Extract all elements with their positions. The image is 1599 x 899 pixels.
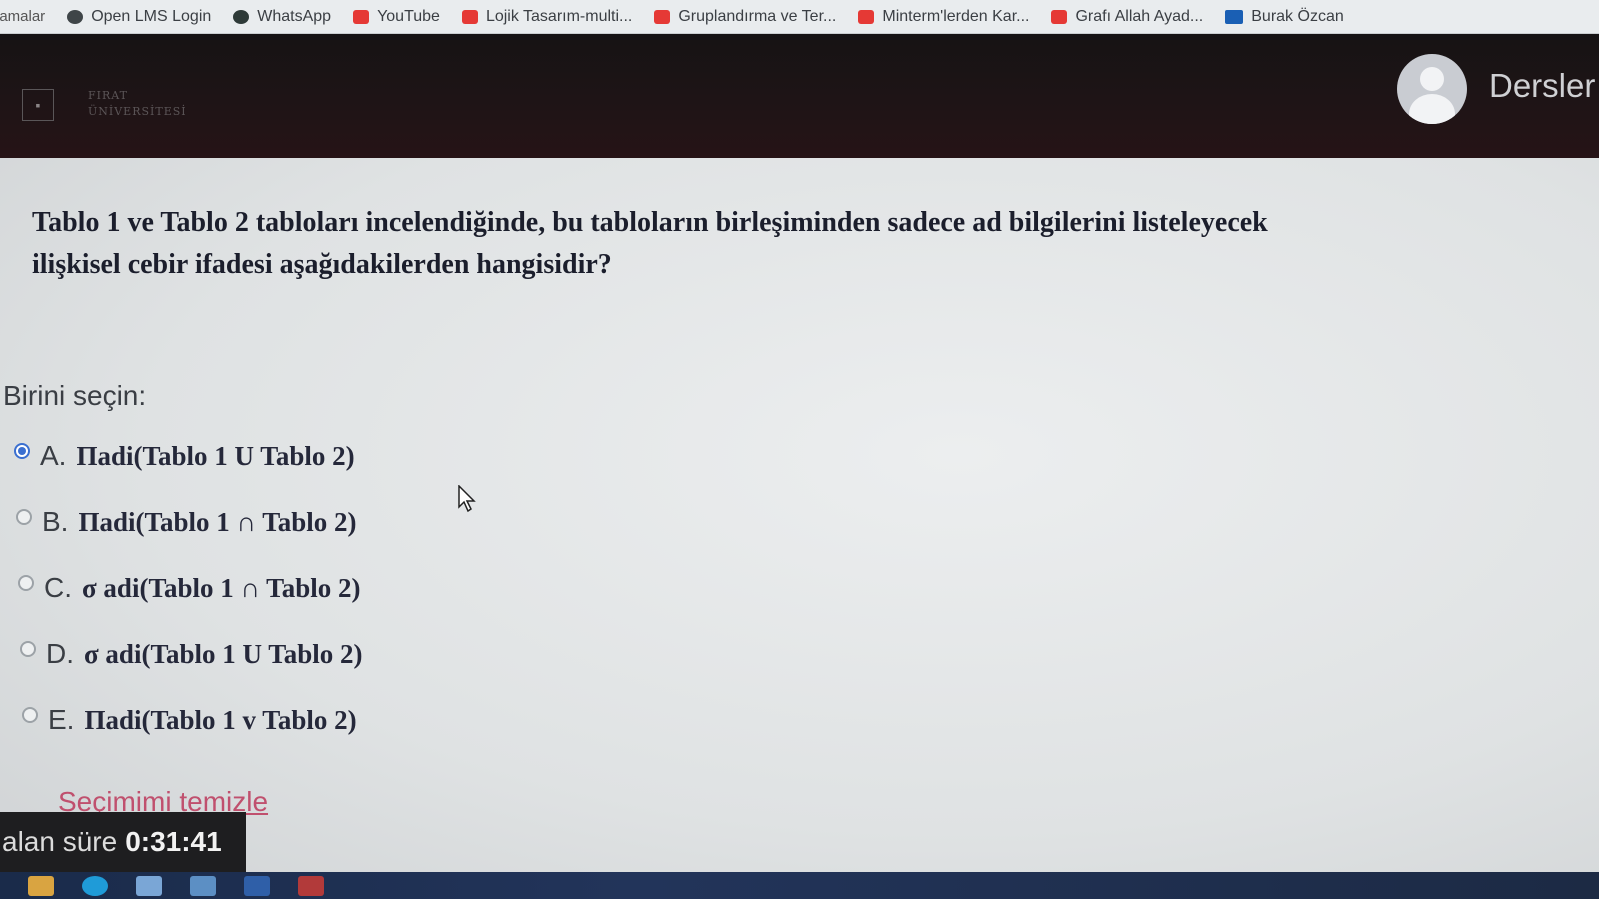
user-icon-body <box>1409 94 1455 124</box>
mouse-cursor-icon <box>458 485 476 513</box>
option-text: Πadi(Tablo 1 U Tablo 2) <box>76 441 355 471</box>
option-text: σ adi(Tablo 1 ∩ Tablo 2) <box>82 573 361 603</box>
bookmark-label: YouTube <box>377 7 440 25</box>
option-letter: A. <box>40 440 67 471</box>
os-taskbar <box>0 872 1599 899</box>
youtube-icon <box>461 9 478 24</box>
app-icon[interactable] <box>244 875 270 896</box>
site-header: ▪ FIRAT ÜNİVERSİTESİ Dersler <box>0 34 1599 158</box>
option-letter: B. <box>42 506 69 537</box>
option-letter: D. <box>46 638 74 669</box>
bookmark-item[interactable]: lamalar <box>0 8 45 25</box>
logo-line: ÜNİVERSİTESİ <box>88 105 187 118</box>
bookmark-label: Burak Özcan <box>1251 7 1344 25</box>
bookmarks-bar: lamalar Open LMS Login WhatsApp YouTube … <box>0 0 1599 34</box>
bookmark-label: Open LMS Login <box>91 7 212 25</box>
option-letter: C. <box>44 572 72 603</box>
youtube-icon <box>1051 9 1068 24</box>
timer-value: 0:31:41 <box>125 826 222 857</box>
logo-line: FIRAT <box>88 89 128 102</box>
option-b[interactable]: B. Πadi(Tablo 1 ∩ Tablo 2) <box>16 506 356 538</box>
mail-icon[interactable] <box>190 875 216 896</box>
radio-d[interactable] <box>20 641 36 657</box>
option-d[interactable]: D. σ adi(Tablo 1 U Tablo 2) <box>20 638 363 670</box>
option-text: σ adi(Tablo 1 U Tablo 2) <box>84 639 363 669</box>
youtube-icon <box>858 9 875 24</box>
user-icon <box>1420 67 1444 91</box>
bookmark-burak[interactable]: Burak Özcan <box>1225 7 1344 26</box>
youtube-icon <box>353 9 370 24</box>
radio-b[interactable] <box>16 509 32 525</box>
bookmark-lojik[interactable]: Lojik Tasarım-multi... <box>461 7 633 26</box>
time-remaining: alan süre 0:31:41 <box>0 812 246 872</box>
option-c[interactable]: C. σ adi(Tablo 1 ∩ Tablo 2) <box>18 572 360 604</box>
bookmark-label: Gruplandırma ve Ter... <box>678 7 837 25</box>
nav-courses-link[interactable]: Dersler <box>1489 67 1595 105</box>
menu-icon[interactable]: ▪ <box>22 89 54 121</box>
bookmark-minterm[interactable]: Minterm'lerden Kar... <box>858 8 1029 26</box>
question-line: Tablo 1 ve Tablo 2 tabloları incelendiği… <box>32 207 1268 238</box>
bookmark-whatsapp[interactable]: WhatsApp <box>233 8 331 26</box>
folder-icon[interactable] <box>28 875 54 896</box>
quiz-content: Tablo 1 ve Tablo 2 tabloları incelendiği… <box>0 158 1599 899</box>
option-letter: E. <box>48 704 75 735</box>
bookmark-label: WhatsApp <box>257 7 332 25</box>
bookmark-icon <box>1225 9 1244 24</box>
bookmark-grafi[interactable]: Grafı Allah Ayad... <box>1051 8 1203 26</box>
answer-prompt: Birini seçin: <box>3 380 147 411</box>
bookmark-gruplandirma[interactable]: Gruplandırma ve Ter... <box>654 8 836 26</box>
university-logo[interactable]: FIRAT ÜNİVERSİTESİ <box>88 88 187 120</box>
radio-a[interactable] <box>14 443 30 459</box>
app-icon[interactable] <box>298 875 324 896</box>
bookmark-label: Grafı Allah Ayad... <box>1075 7 1204 25</box>
radio-c[interactable] <box>18 575 34 591</box>
bookmark-label: Minterm'lerden Kar... <box>882 7 1030 25</box>
question-line: ilişkisel cebir ifadesi aşağıdakilerden … <box>32 249 612 280</box>
bookmark-youtube[interactable]: YouTube <box>353 8 440 26</box>
option-e[interactable]: E. Πadi(Tablo 1 v Tablo 2) <box>22 704 357 736</box>
youtube-icon <box>654 9 671 24</box>
avatar[interactable] <box>1397 54 1467 124</box>
option-text: Πadi(Tablo 1 v Tablo 2) <box>84 705 357 735</box>
globe-icon <box>67 9 84 24</box>
option-text: Πadi(Tablo 1 ∩ Tablo 2) <box>78 507 357 537</box>
timer-label: alan süre <box>2 826 118 857</box>
bookmark-open-lms[interactable]: Open LMS Login <box>67 8 211 26</box>
question-text: Tablo 1 ve Tablo 2 tabloları incelendiği… <box>32 202 1352 286</box>
option-a[interactable]: A. Πadi(Tablo 1 U Tablo 2) <box>14 440 355 472</box>
bookmark-label: Lojik Tasarım-multi... <box>485 7 633 25</box>
whatsapp-icon <box>233 9 250 24</box>
radio-e[interactable] <box>22 707 38 723</box>
bookmark-label: lamalar <box>0 8 46 25</box>
browser-icon[interactable] <box>82 875 108 896</box>
store-icon[interactable] <box>136 875 162 896</box>
